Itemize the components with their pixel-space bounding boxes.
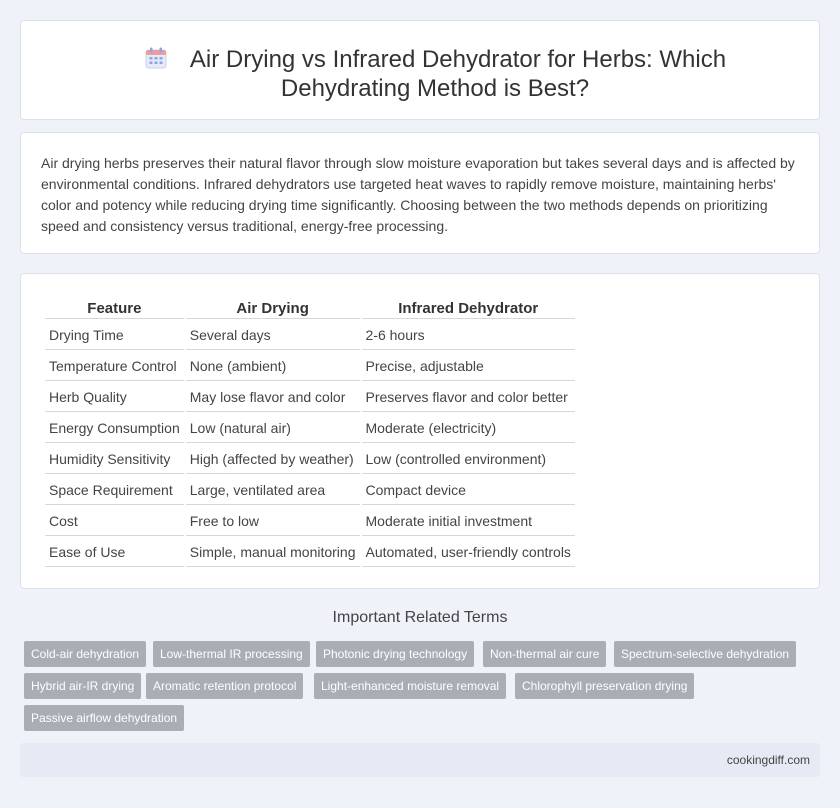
table-cell: Temperature Control [45,352,184,381]
related-terms-heading: Important Related Terms [332,609,508,626]
tag-non-thermal-air-cure[interactable]: Non-thermal air cure [483,641,607,667]
table-row: Drying Time Several days 2-6 hours [45,321,575,350]
table-cell: Large, ventilated area [185,476,360,505]
page-title: Air Drying vs Infrared Dehydrator for He… [81,45,789,103]
table-header-row: Feature Air Drying Infrared Dehydrator [45,296,575,319]
table-cell: Drying Time [45,321,184,350]
table-row: Cost Free to low Moderate initial invest… [45,507,575,536]
tag-cold-air-dehydration[interactable]: Cold-air dehydration [24,641,147,667]
table-cell: Herb Quality [45,383,184,412]
title-text: Air Drying vs Infrared Dehydrator for He… [189,46,727,102]
table-cell: High (affected by weather) [185,445,360,474]
tag-light-enhanced-moisture-removal[interactable]: Light-enhanced moisture removal [314,673,507,699]
table-cell: Cost [45,507,184,536]
table-row: Energy Consumption Low (natural air) Mod… [45,414,575,443]
column-header: Feature [45,296,184,319]
table-cell: Moderate initial investment [361,507,575,536]
table-cell: None (ambient) [185,352,360,381]
comparison-table-card: Feature Air Drying Infrared Dehydrator D… [20,273,820,589]
header-card: Air Drying vs Infrared Dehydrator for He… [20,20,820,120]
intro-card: Air drying herbs preserves their natural… [20,132,820,254]
table-cell: Space Requirement [45,476,184,505]
table-cell: Energy Consumption [45,414,184,443]
tag-low-thermal-ir-processing[interactable]: Low-thermal IR processing [153,641,310,667]
table-cell: 2-6 hours [361,321,575,350]
table-cell: Preserves flavor and color better [361,383,575,412]
footer-site-link[interactable]: cookingdiff.com [727,753,810,767]
table-cell: Simple, manual monitoring [185,538,360,567]
calendar-icon [144,46,168,70]
table-cell: Low (natural air) [185,414,360,443]
column-header: Infrared Dehydrator [361,296,575,319]
footer: cookingdiff.com [20,743,820,777]
comparison-table: Feature Air Drying Infrared Dehydrator D… [43,294,577,569]
intro-paragraph: Air drying herbs preserves their natural… [41,155,795,234]
table-cell: Humidity Sensitivity [45,445,184,474]
table-cell: Low (controlled environment) [361,445,575,474]
table-row: Temperature Control None (ambient) Preci… [45,352,575,381]
tag-spectrum-selective-dehydration[interactable]: Spectrum-selective dehydration [614,641,797,667]
table-cell: Free to low [185,507,360,536]
column-header: Air Drying [185,296,360,319]
table-cell: Ease of Use [45,538,184,567]
table-cell: Precise, adjustable [361,352,575,381]
table-cell: Moderate (electricity) [361,414,575,443]
table-row: Space Requirement Large, ventilated area… [45,476,575,505]
tag-passive-airflow-dehydration[interactable]: Passive airflow dehydration [24,705,185,731]
table-row: Ease of Use Simple, manual monitoring Au… [45,538,575,567]
tag-hybrid-air-ir-drying[interactable]: Hybrid air-IR drying [24,673,142,699]
table-cell: Automated, user-friendly controls [361,538,575,567]
table-cell: Compact device [361,476,575,505]
table-cell: Several days [185,321,360,350]
tag-chlorophyll-preservation-drying[interactable]: Chlorophyll preservation drying [515,673,695,699]
table-row: Humidity Sensitivity High (affected by w… [45,445,575,474]
tag-photonic-drying-technology[interactable]: Photonic drying technology [316,641,475,667]
tag-aromatic-retention-protocol[interactable]: Aromatic retention protocol [146,673,304,699]
table-row: Herb Quality May lose flavor and color P… [45,383,575,412]
table-cell: May lose flavor and color [185,383,360,412]
